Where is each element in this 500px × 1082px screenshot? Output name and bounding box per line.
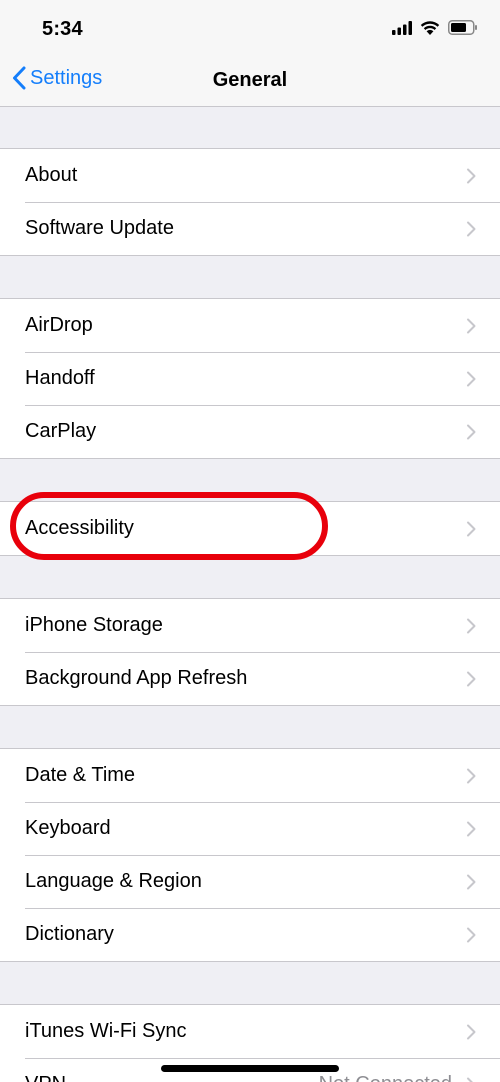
row-label: Keyboard (25, 817, 111, 839)
row-label: iPhone Storage (25, 614, 163, 636)
vpn-status-value: Not Connected (319, 1073, 452, 1082)
settings-group: Date & Time Keyboard Language & Region D… (0, 748, 500, 962)
cellular-signal-icon (392, 20, 412, 35)
row-accessibility[interactable]: Accessibility (0, 502, 500, 555)
row-label: Date & Time (25, 764, 136, 786)
settings-group: About Software Update (0, 148, 500, 256)
chevron-right-icon (467, 221, 476, 236)
chevron-right-icon (467, 821, 476, 836)
status-time: 5:34 (42, 18, 83, 40)
row-label: Language & Region (25, 870, 202, 892)
row-date-time[interactable]: Date & Time (0, 749, 500, 802)
battery-icon (448, 20, 477, 35)
row-handoff[interactable]: Handoff (0, 352, 500, 405)
chevron-right-icon (467, 768, 476, 783)
row-label: AirDrop (25, 314, 93, 336)
row-itunes-wifi-sync[interactable]: iTunes Wi-Fi Sync (0, 1005, 500, 1058)
row-carplay[interactable]: CarPlay (0, 405, 500, 458)
row-about[interactable]: About (0, 149, 500, 202)
row-software-update[interactable]: Software Update (0, 202, 500, 255)
settings-group: AirDrop Handoff CarPlay (0, 298, 500, 459)
chevron-right-icon (467, 874, 476, 889)
chevron-right-icon (467, 371, 476, 386)
chevron-right-icon (467, 424, 476, 439)
row-label: Dictionary (25, 923, 114, 945)
row-keyboard[interactable]: Keyboard (0, 802, 500, 855)
row-label: Background App Refresh (25, 667, 248, 689)
row-airdrop[interactable]: AirDrop (0, 299, 500, 352)
chevron-right-icon (467, 671, 476, 686)
row-background-app-refresh[interactable]: Background App Refresh (0, 652, 500, 705)
row-dictionary[interactable]: Dictionary (0, 908, 500, 961)
chevron-right-icon (467, 927, 476, 942)
row-label: iTunes Wi-Fi Sync (25, 1020, 187, 1042)
chevron-right-icon (467, 1024, 476, 1039)
chevron-right-icon (467, 318, 476, 333)
row-label: Handoff (25, 367, 95, 389)
chevron-right-icon (467, 168, 476, 183)
settings-group: Accessibility (0, 501, 500, 556)
row-label: Accessibility (25, 517, 134, 539)
row-label: About (25, 164, 78, 186)
chevron-right-icon (467, 618, 476, 633)
wifi-icon (420, 21, 440, 35)
status-icons (392, 20, 478, 35)
navigation-bar: Settings General (0, 56, 500, 107)
settings-group: iPhone Storage Background App Refresh (0, 598, 500, 706)
row-label: CarPlay (25, 420, 97, 442)
chevron-right-icon (467, 1077, 474, 1082)
home-indicator (161, 1065, 339, 1072)
status-bar: 5:34 (0, 0, 500, 56)
settings-list: About Software Update AirDrop Handoff Ca… (0, 107, 500, 1082)
row-language-region[interactable]: Language & Region (0, 855, 500, 908)
chevron-right-icon (467, 521, 476, 536)
row-label: Software Update (25, 217, 174, 239)
row-iphone-storage[interactable]: iPhone Storage (0, 599, 500, 652)
row-label: VPN (25, 1073, 319, 1082)
page-title: General (212, 69, 288, 91)
